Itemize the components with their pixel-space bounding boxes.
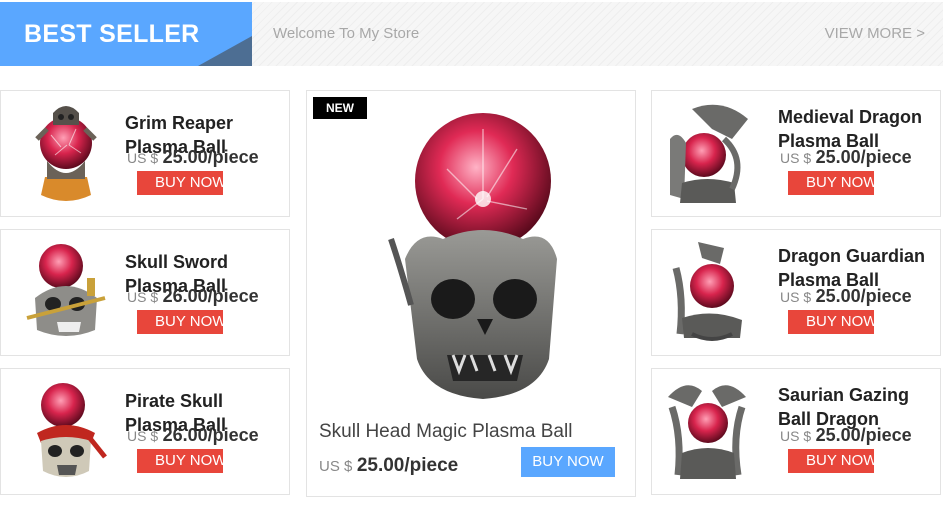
- currency-label: US $: [780, 289, 812, 305]
- currency-label: US $: [127, 428, 159, 444]
- price-amount: 25.00/piece: [815, 286, 912, 306]
- pirate-skull-plasma-ball-image: [37, 383, 107, 477]
- currency-label: US $: [319, 458, 353, 475]
- new-badge: NEW: [313, 97, 367, 119]
- saurian-gazing-ball-dragon-image: [668, 385, 746, 479]
- product-card-saurian-gazing[interactable]: Saurian Gazing Ball Dragon US $ 25.00/pi…: [651, 368, 941, 495]
- skull-sword-plasma-ball-image: [26, 244, 106, 336]
- product-price: US $ 25.00/piece: [780, 425, 912, 446]
- product-price: US $ 25.00/piece: [780, 286, 912, 307]
- featured-product-price: US $ 25.00/piece: [319, 455, 458, 477]
- price-amount: 26.00/piece: [162, 286, 259, 306]
- featured-product-name[interactable]: Skull Head Magic Plasma Ball: [319, 421, 572, 443]
- price-amount: 26.00/piece: [162, 425, 259, 445]
- header-badge-fold: [198, 36, 252, 66]
- currency-label: US $: [127, 150, 159, 166]
- product-price: US $ 25.00/piece: [780, 147, 912, 168]
- product-price: US $ 25.00/piece: [127, 147, 259, 168]
- price-amount: 25.00/piece: [162, 147, 259, 167]
- product-name[interactable]: Medieval Dragon Plasma Ball: [778, 105, 938, 153]
- currency-label: US $: [127, 289, 159, 305]
- product-card-skull-sword[interactable]: Skull Sword Plasma Ball US $ 26.00/piece…: [0, 229, 290, 356]
- medieval-dragon-plasma-ball-image: [670, 104, 748, 203]
- price-amount: 25.00/piece: [815, 147, 912, 167]
- price-amount: 25.00/piece: [356, 455, 459, 476]
- product-card-dragon-guardian[interactable]: Dragon Guardian Plasma Ball US $ 25.00/p…: [651, 229, 941, 356]
- product-card-medieval-dragon[interactable]: Medieval Dragon Plasma Ball US $ 25.00/p…: [651, 90, 941, 217]
- best-seller-section: BEST SELLER Welcome To My Store VIEW MOR…: [0, 0, 943, 508]
- section-title: BEST SELLER: [24, 20, 200, 48]
- section-header: BEST SELLER Welcome To My Store VIEW MOR…: [0, 2, 943, 66]
- buy-now-button[interactable]: BUY NOW: [137, 310, 226, 334]
- buy-now-button[interactable]: BUY NOW: [137, 171, 226, 195]
- welcome-text: Welcome To My Store: [273, 25, 420, 42]
- featured-buy-now-button[interactable]: BUY NOW: [521, 447, 615, 477]
- product-card-pirate-skull[interactable]: Pirate Skull Plasma Ball US $ 26.00/piec…: [0, 368, 290, 495]
- buy-now-button[interactable]: BUY NOW: [137, 449, 226, 473]
- buy-now-button[interactable]: BUY NOW: [788, 449, 877, 473]
- product-price: US $ 26.00/piece: [127, 425, 259, 446]
- product-name[interactable]: Saurian Gazing Ball Dragon: [778, 383, 938, 431]
- skull-head-plasma-ball-image: [388, 113, 557, 399]
- product-card-grim-reaper[interactable]: Grim Reaper Plasma Ball US $ 25.00/piece…: [0, 90, 290, 217]
- currency-label: US $: [780, 150, 812, 166]
- featured-product-card[interactable]: NEW Skull Head Magic Plasma Ball US $ 25…: [306, 90, 636, 497]
- currency-label: US $: [780, 428, 812, 444]
- product-name[interactable]: Dragon Guardian Plasma Ball: [778, 244, 938, 292]
- price-amount: 25.00/piece: [815, 425, 912, 445]
- view-more-link[interactable]: VIEW MORE >: [825, 2, 925, 66]
- dragon-guardian-plasma-ball-image: [672, 242, 742, 341]
- product-price: US $ 26.00/piece: [127, 286, 259, 307]
- buy-now-button[interactable]: BUY NOW: [788, 310, 877, 334]
- buy-now-button[interactable]: BUY NOW: [788, 171, 877, 195]
- grim-reaper-plasma-ball-image: [35, 106, 97, 201]
